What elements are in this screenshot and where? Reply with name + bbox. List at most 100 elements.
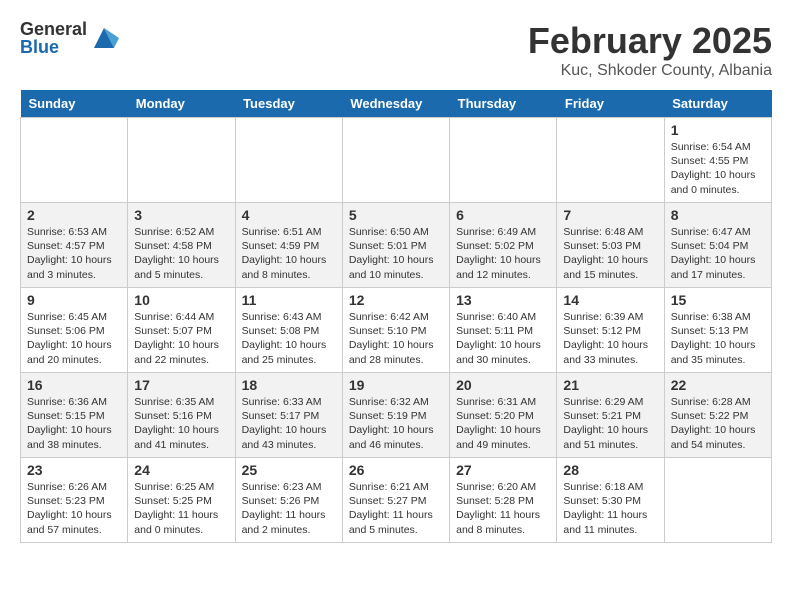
calendar-week-row: 16 Sunrise: 6:36 AM Sunset: 5:15 PM Dayli…: [21, 373, 772, 458]
day-info: Sunrise: 6:47 AM Sunset: 5:04 PM Dayligh…: [671, 225, 765, 282]
day-info: Sunrise: 6:52 AM Sunset: 4:58 PM Dayligh…: [134, 225, 228, 282]
day-info: Sunrise: 6:21 AM Sunset: 5:27 PM Dayligh…: [349, 480, 443, 537]
calendar-cell: 23 Sunrise: 6:26 AM Sunset: 5:23 PM Dayli…: [21, 458, 128, 543]
day-number: 10: [134, 292, 228, 308]
day-number: 8: [671, 207, 765, 223]
day-number: 27: [456, 462, 550, 478]
day-number: 6: [456, 207, 550, 223]
calendar-cell: 18Sunrise: 6:33 AM Sunset: 5:17 PM Dayli…: [235, 373, 342, 458]
calendar-cell: 28 Sunrise: 6:18 AM Sunset: 5:30 PM Dayli…: [557, 458, 664, 543]
calendar-week-row: 2 Sunrise: 6:53 AM Sunset: 4:57 PM Daylig…: [21, 203, 772, 288]
column-header-monday: Monday: [128, 90, 235, 118]
calendar-cell: [664, 458, 771, 543]
day-info: Sunrise: 6:49 AM Sunset: 5:02 PM Dayligh…: [456, 225, 550, 282]
day-info: Sunrise: 6:44 AM Sunset: 5:07 PM Dayligh…: [134, 310, 228, 367]
day-number: 20: [456, 377, 550, 393]
day-number: 14: [563, 292, 657, 308]
day-info: Sunrise: 6:48 AM Sunset: 5:03 PM Dayligh…: [563, 225, 657, 282]
page-header: General Blue February 2025 Kuc, Shkoder …: [20, 20, 772, 80]
day-number: 12: [349, 292, 443, 308]
day-number: 16: [27, 377, 121, 393]
calendar-cell: 25 Sunrise: 6:23 AM Sunset: 5:26 PM Dayli…: [235, 458, 342, 543]
day-info: Sunrise: 6:31 AM Sunset: 5:20 PM Dayligh…: [456, 395, 550, 452]
calendar-cell: 8 Sunrise: 6:47 AM Sunset: 5:04 PM Daylig…: [664, 203, 771, 288]
title-block: February 2025 Kuc, Shkoder County, Alban…: [528, 20, 772, 80]
day-info: Sunrise: 6:45 AM Sunset: 5:06 PM Dayligh…: [27, 310, 121, 367]
day-number: 19: [349, 377, 443, 393]
day-number: 17: [134, 377, 228, 393]
day-number: 7: [563, 207, 657, 223]
day-info: Sunrise: 6:36 AM Sunset: 5:15 PM Dayligh…: [27, 395, 121, 452]
day-info: Sunrise: 6:35 AM Sunset: 5:16 PM Dayligh…: [134, 395, 228, 452]
day-number: 9: [27, 292, 121, 308]
calendar-cell: 5 Sunrise: 6:50 AM Sunset: 5:01 PM Daylig…: [342, 203, 449, 288]
logo-blue-text: Blue: [20, 38, 87, 56]
day-info: Sunrise: 6:53 AM Sunset: 4:57 PM Dayligh…: [27, 225, 121, 282]
day-info: Sunrise: 6:42 AM Sunset: 5:10 PM Dayligh…: [349, 310, 443, 367]
calendar-cell: 15Sunrise: 6:38 AM Sunset: 5:13 PM Dayli…: [664, 288, 771, 373]
day-info: Sunrise: 6:43 AM Sunset: 5:08 PM Dayligh…: [242, 310, 336, 367]
calendar-cell: 9 Sunrise: 6:45 AM Sunset: 5:06 PM Daylig…: [21, 288, 128, 373]
day-number: 24: [134, 462, 228, 478]
calendar-cell: 6 Sunrise: 6:49 AM Sunset: 5:02 PM Daylig…: [450, 203, 557, 288]
day-info: Sunrise: 6:50 AM Sunset: 5:01 PM Dayligh…: [349, 225, 443, 282]
calendar-cell: [450, 118, 557, 203]
calendar-cell: 21Sunrise: 6:29 AM Sunset: 5:21 PM Dayli…: [557, 373, 664, 458]
calendar-cell: [557, 118, 664, 203]
calendar-cell: 7 Sunrise: 6:48 AM Sunset: 5:03 PM Daylig…: [557, 203, 664, 288]
calendar-cell: 26 Sunrise: 6:21 AM Sunset: 5:27 PM Dayli…: [342, 458, 449, 543]
month-title: February 2025: [528, 20, 772, 62]
day-number: 13: [456, 292, 550, 308]
day-number: 11: [242, 292, 336, 308]
day-number: 28: [563, 462, 657, 478]
calendar-cell: 24Sunrise: 6:25 AM Sunset: 5:25 PM Dayli…: [128, 458, 235, 543]
calendar-cell: 19 Sunrise: 6:32 AM Sunset: 5:19 PM Dayli…: [342, 373, 449, 458]
calendar-cell: 11 Sunrise: 6:43 AM Sunset: 5:08 PM Dayli…: [235, 288, 342, 373]
calendar-cell: 22 Sunrise: 6:28 AM Sunset: 5:22 PM Dayli…: [664, 373, 771, 458]
column-header-tuesday: Tuesday: [235, 90, 342, 118]
location-text: Kuc, Shkoder County, Albania: [528, 62, 772, 80]
calendar-cell: 27 Sunrise: 6:20 AM Sunset: 5:28 PM Dayli…: [450, 458, 557, 543]
calendar-week-row: 9 Sunrise: 6:45 AM Sunset: 5:06 PM Daylig…: [21, 288, 772, 373]
day-number: 1: [671, 122, 765, 138]
calendar-cell: 2 Sunrise: 6:53 AM Sunset: 4:57 PM Daylig…: [21, 203, 128, 288]
logo: General Blue: [20, 20, 119, 56]
calendar-cell: 12 Sunrise: 6:42 AM Sunset: 5:10 PM Dayli…: [342, 288, 449, 373]
calendar-table: SundayMondayTuesdayWednesdayThursdayFrid…: [20, 90, 772, 543]
calendar-cell: [21, 118, 128, 203]
day-info: Sunrise: 6:32 AM Sunset: 5:19 PM Dayligh…: [349, 395, 443, 452]
calendar-cell: 10 Sunrise: 6:44 AM Sunset: 5:07 PM Dayli…: [128, 288, 235, 373]
calendar-week-row: 1Sunrise: 6:54 AM Sunset: 4:55 PM Daylig…: [21, 118, 772, 203]
calendar-cell: 13 Sunrise: 6:40 AM Sunset: 5:11 PM Dayli…: [450, 288, 557, 373]
calendar-cell: 3 Sunrise: 6:52 AM Sunset: 4:58 PM Daylig…: [128, 203, 235, 288]
day-number: 25: [242, 462, 336, 478]
day-info: Sunrise: 6:23 AM Sunset: 5:26 PM Dayligh…: [242, 480, 336, 537]
column-header-friday: Friday: [557, 90, 664, 118]
day-number: 2: [27, 207, 121, 223]
day-number: 18: [242, 377, 336, 393]
logo-icon: [89, 23, 119, 53]
calendar-cell: 17 Sunrise: 6:35 AM Sunset: 5:16 PM Dayli…: [128, 373, 235, 458]
day-info: Sunrise: 6:26 AM Sunset: 5:23 PM Dayligh…: [27, 480, 121, 537]
column-header-saturday: Saturday: [664, 90, 771, 118]
day-number: 23: [27, 462, 121, 478]
day-info: Sunrise: 6:18 AM Sunset: 5:30 PM Dayligh…: [563, 480, 657, 537]
day-number: 3: [134, 207, 228, 223]
calendar-cell: 16 Sunrise: 6:36 AM Sunset: 5:15 PM Dayli…: [21, 373, 128, 458]
day-info: Sunrise: 6:28 AM Sunset: 5:22 PM Dayligh…: [671, 395, 765, 452]
day-number: 26: [349, 462, 443, 478]
day-info: Sunrise: 6:39 AM Sunset: 5:12 PM Dayligh…: [563, 310, 657, 367]
day-info: Sunrise: 6:40 AM Sunset: 5:11 PM Dayligh…: [456, 310, 550, 367]
calendar-week-row: 23 Sunrise: 6:26 AM Sunset: 5:23 PM Dayli…: [21, 458, 772, 543]
day-info: Sunrise: 6:20 AM Sunset: 5:28 PM Dayligh…: [456, 480, 550, 537]
day-number: 5: [349, 207, 443, 223]
calendar-cell: 4Sunrise: 6:51 AM Sunset: 4:59 PM Daylig…: [235, 203, 342, 288]
calendar-cell: [235, 118, 342, 203]
calendar-cell: [342, 118, 449, 203]
day-info: Sunrise: 6:29 AM Sunset: 5:21 PM Dayligh…: [563, 395, 657, 452]
calendar-cell: 1Sunrise: 6:54 AM Sunset: 4:55 PM Daylig…: [664, 118, 771, 203]
day-info: Sunrise: 6:38 AM Sunset: 5:13 PM Dayligh…: [671, 310, 765, 367]
day-number: 22: [671, 377, 765, 393]
column-header-wednesday: Wednesday: [342, 90, 449, 118]
calendar-header-row: SundayMondayTuesdayWednesdayThursdayFrid…: [21, 90, 772, 118]
